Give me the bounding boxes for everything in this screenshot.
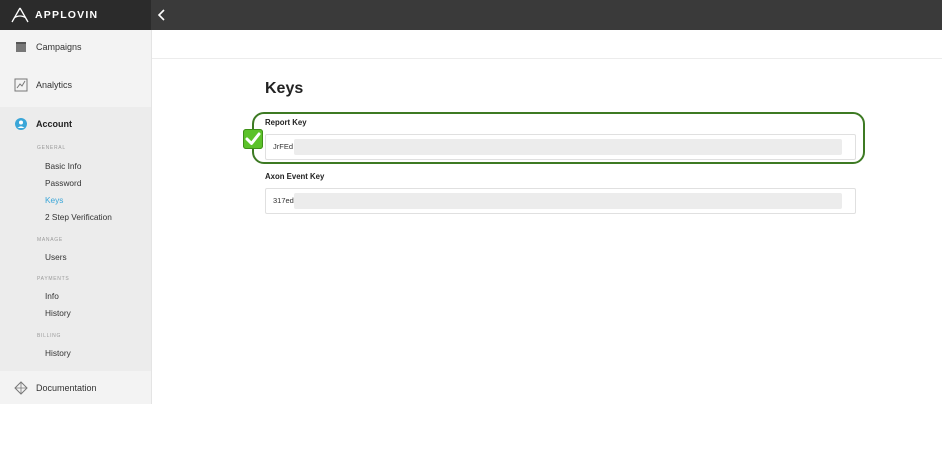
section-heading-manage: MANAGE [37, 237, 63, 243]
redacted-area [294, 193, 842, 209]
collapse-sidebar-button[interactable] [155, 6, 169, 24]
folder-icon [16, 42, 26, 52]
applovin-logo-icon [11, 7, 29, 23]
sidebar-item-documentation[interactable]: Documentation [0, 371, 151, 405]
report-key-value: JrFEd [273, 142, 294, 151]
sidebar-item-analytics[interactable]: Analytics [0, 68, 151, 102]
axon-event-key-value: 317ed [273, 196, 294, 205]
axon-event-key-field[interactable]: 317ed [265, 188, 856, 214]
top-bar [151, 0, 942, 30]
documentation-icon [14, 381, 28, 395]
analytics-chart-icon [14, 78, 28, 92]
section-heading-general: GENERAL [37, 145, 66, 151]
sidebar-subitem-payments-history[interactable]: History [45, 308, 71, 318]
sidebar-item-label: Account [36, 119, 72, 129]
sidebar-item-label: Documentation [36, 383, 97, 393]
brand-name: APPLOVIN [35, 9, 99, 21]
sidebar-subitem-basic-info[interactable]: Basic Info [45, 161, 81, 171]
section-heading-payments: PAYMENTS [37, 276, 70, 282]
redacted-area [294, 139, 842, 155]
report-key-field[interactable]: JrFEd [265, 134, 856, 160]
section-heading-billing: BILLING [37, 333, 62, 339]
account-section: Account GENERAL Basic Info Password Keys… [0, 107, 151, 371]
sidebar-subitem-keys[interactable]: Keys [45, 195, 63, 205]
checkmark-icon [243, 129, 263, 149]
report-key-label: Report Key [265, 118, 307, 127]
sidebar-item-label: Campaigns [36, 42, 82, 52]
content-divider [152, 58, 942, 59]
sidebar-subitem-2-step-verification[interactable]: 2 Step Verification [45, 212, 112, 222]
axon-event-key-label: Axon Event Key [265, 172, 325, 181]
page-title: Keys [265, 80, 304, 97]
user-circle-icon [15, 118, 27, 130]
sidebar-item-account[interactable]: Account [0, 107, 151, 141]
sidebar-item-campaigns[interactable]: Campaigns [0, 30, 151, 64]
top-bar-brand: APPLOVIN [0, 0, 151, 30]
sidebar-subitem-users[interactable]: Users [45, 252, 67, 262]
sidebar-subitem-payments-info[interactable]: Info [45, 291, 59, 301]
sidebar-subitem-billing-history[interactable]: History [45, 348, 71, 358]
sidebar-item-label: Analytics [36, 80, 73, 90]
sidebar: Campaigns Analytics Account GENERAL Basi… [0, 30, 152, 404]
sidebar-subitem-password[interactable]: Password [45, 178, 81, 188]
